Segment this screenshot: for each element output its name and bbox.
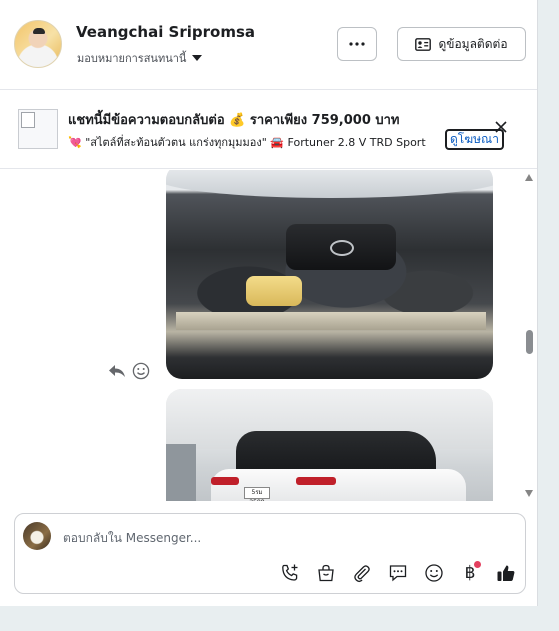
message-photo-engine[interactable] [166, 170, 493, 379]
photo-tail-light [296, 477, 336, 485]
contact-name[interactable]: Veangchai Sripromsa [76, 23, 255, 41]
composer-toolbar: ฿ [277, 560, 519, 586]
view-contact-label: ดูข้อมูลติดต่อ [438, 36, 508, 51]
avatar[interactable] [14, 20, 62, 68]
reply-icon[interactable] [108, 363, 126, 383]
baht-icon[interactable]: ฿ [457, 560, 483, 586]
photo-radiator-bar [176, 312, 486, 330]
photo-license-plate: 5รม 2598 [244, 487, 270, 501]
add-call-icon[interactable] [277, 560, 303, 586]
chevron-down-icon[interactable] [192, 55, 203, 61]
thumbs-up-icon[interactable] [493, 560, 519, 586]
contact-card-icon [415, 37, 432, 51]
composer-avatar [23, 522, 51, 550]
scroll-down-arrow[interactable] [525, 490, 533, 497]
conversation-header: Veangchai Sripromsa มอบหมายการสนทนานี้ ด… [0, 0, 537, 90]
photo-reservoir [246, 276, 302, 306]
photo-hood [166, 170, 493, 198]
chat-panel: Veangchai Sripromsa มอบหมายการสนทนานี้ ด… [0, 0, 538, 606]
assign-label: มอบหมายการสนทนานี้ [77, 52, 187, 65]
more-options-button[interactable] [337, 27, 377, 61]
emoji-reaction-icon[interactable] [132, 362, 150, 384]
scrollbar[interactable] [522, 170, 536, 501]
ad-title: แชทนี้มีข้อความตอบกลับต่อ 💰 ราคาเพียง 75… [68, 113, 400, 128]
scroll-up-arrow[interactable] [525, 174, 533, 181]
notification-dot [474, 561, 481, 568]
ad-subtitle: 💘 "สไตล์ที่สะท้อนตัวตน แกร่งทุกมุมมอง" 🚘… [68, 136, 426, 149]
ad-banner: แชทนี้มีข้อความตอบกลับต่อ 💰 ราคาเพียง 75… [0, 91, 537, 169]
message-photo-rear[interactable]: 5รม 2598 [166, 389, 493, 501]
attach-icon[interactable] [349, 560, 375, 586]
more-icon [349, 42, 365, 46]
assign-conversation[interactable]: มอบหมายการสนทนานี้ [77, 49, 203, 67]
shop-bag-icon[interactable] [313, 560, 339, 586]
message-composer: ฿ [14, 513, 526, 594]
reply-input[interactable] [63, 528, 503, 548]
photo-tail-light [211, 477, 239, 485]
close-icon[interactable] [494, 120, 508, 134]
saved-reply-icon[interactable] [385, 560, 411, 586]
photo-door [166, 444, 196, 501]
photo-engine-cover [286, 224, 396, 270]
scroll-thumb[interactable] [526, 330, 533, 354]
emoji-icon[interactable] [421, 560, 447, 586]
message-actions [108, 362, 150, 384]
message-list[interactable]: 5รม 2598 [0, 170, 537, 501]
view-contact-button[interactable]: ดูข้อมูลติดต่อ [397, 27, 526, 61]
ad-thumbnail [18, 109, 58, 149]
